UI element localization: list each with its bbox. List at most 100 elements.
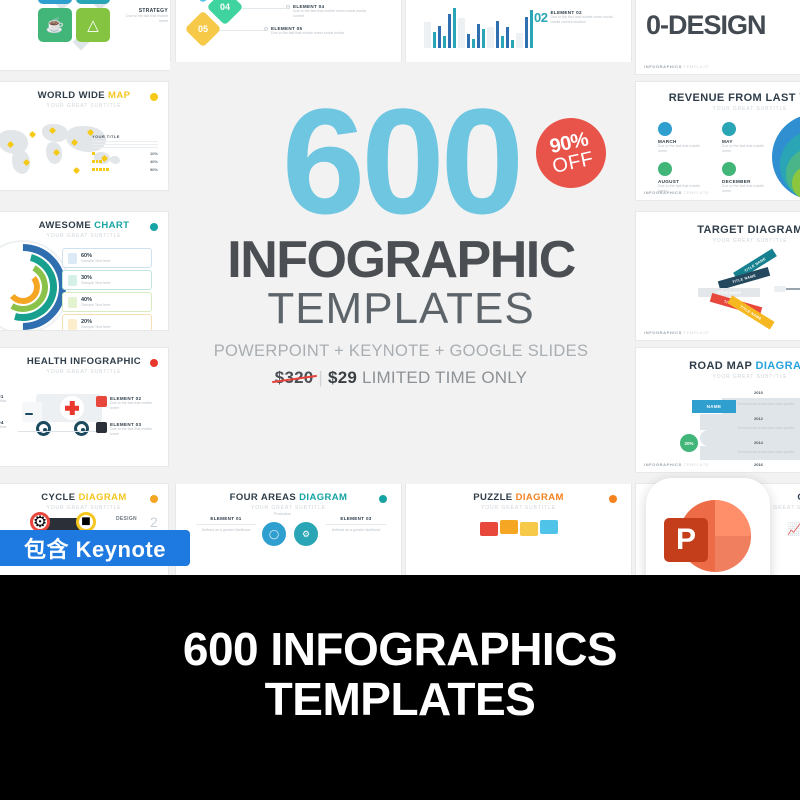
poster-root: ☰ ▲ ☕ △ STRATEGY Due to the fact that mo… [0, 0, 800, 800]
list-item[interactable]: 02 ELEMENT 02 Due to the fact that mobil… [534, 10, 620, 26]
list-item[interactable]: ELEMENT 05 Due to the fact that mobile l… [264, 26, 363, 36]
keynote-included-ribbon: 包含 Keynote [0, 530, 190, 566]
legend-title: YOUR TITLE [92, 134, 120, 139]
road-year: 2010 [754, 390, 763, 395]
item-head: ELEMENT 01 [210, 516, 242, 521]
slide-world-wide-map[interactable]: WORLD WIDE MAP YOUR GREAT SUBTITLE YOUR … [0, 82, 168, 190]
band-line-1: 600 INFOGRAPHICS [182, 622, 618, 675]
slide-footer: INFOGRAPHICS TEMPLATE [644, 462, 709, 467]
road-year: 2014 [754, 440, 763, 445]
slide-o-design[interactable]: TITLE Due to the fact that mobile TITLE … [636, 0, 800, 74]
status-dot-icon [150, 93, 158, 101]
footer-brand: INFOGRAPHICS [644, 330, 682, 335]
status-dot-icon [150, 359, 158, 367]
slide-subtitle: YOUR GREAT SUBTITLE [46, 369, 122, 375]
price-separator: | [318, 368, 324, 388]
month-body: Due to the fact that mobile lorem [722, 144, 764, 154]
bag-icon [68, 318, 77, 330]
footer-sub: TEMPLATE [683, 190, 710, 195]
status-dot-icon [609, 495, 617, 503]
four-areas-node-1: ◯ [262, 522, 286, 546]
legend-row: 10% [92, 151, 158, 156]
title-accent: DIAGRAM [299, 492, 348, 503]
road-year: 2016 [754, 462, 763, 467]
box-icon [68, 296, 77, 308]
slide-puzzle-diagram[interactable]: PUZZLE DIAGRAM YOUR GREAT SUBTITLE [406, 484, 631, 575]
road-step-text: Some social media sites have greater [737, 450, 795, 454]
powerpoint-letter: P [664, 518, 708, 562]
shield-icon [96, 396, 107, 407]
hero-number: 600 [281, 77, 524, 245]
footer-brand: INFOGRAPHICS [644, 64, 682, 69]
list-item[interactable]: ELEMENT 04 Due to the fact that mobile l… [286, 4, 373, 20]
list-item[interactable]: ELEMENT 03 Due to the fact that mobile l… [96, 422, 158, 438]
stat-chip[interactable]: 40% Sample Text here [62, 292, 152, 312]
footer-brand: INFOGRAPHICS [644, 462, 682, 467]
list-item[interactable]: ELEMENT 02 Due to the fact that mobile l… [96, 396, 158, 412]
cycle-number: 2 [150, 514, 158, 530]
cycle-node-2: ■ [76, 512, 96, 532]
diamond-label: 05 [197, 23, 209, 34]
month-block[interactable]: MARCH Due to the fact that mobile lorem [658, 122, 700, 155]
road-segment [700, 430, 800, 446]
title-accent: DIAGRAM [78, 492, 127, 503]
slide-revenue-last-year[interactable]: REVENUE FROM LAST YEAR YOUR GREAT SUBTIT… [636, 82, 800, 200]
slide-title: PUZZLE DIAGRAM [406, 492, 631, 503]
strategy-body: Due to the fact that mobile lorem [126, 14, 168, 24]
road-year: 2012 [754, 416, 763, 421]
title-accent: CHART [94, 220, 130, 231]
stat-chip[interactable]: 30% Sample Text here [62, 270, 152, 290]
connector-line [242, 8, 286, 9]
title-dark: AWESOME [38, 220, 95, 231]
legend-value: 10% [149, 151, 158, 156]
road-step-text: Some social media sites have greater [737, 402, 795, 406]
stat-chip[interactable]: 60% Sample Text here [62, 248, 152, 268]
ribbon-label: TITLE NAME [716, 290, 742, 295]
slide-subtitle: YOUR GREAT SUBTITLE [251, 505, 326, 511]
slide-footer: INFOGRAPHICS TEMPLATE [644, 330, 709, 335]
title-accent: DIAGRAM [755, 360, 800, 372]
title-dark: FOUR AREAS [229, 492, 300, 503]
rocket-icon: ▲ [76, 0, 110, 4]
chip-text: Sample Text here [81, 303, 111, 307]
slide-subtitle: YOUR GREAT SUBTITLE [481, 505, 556, 511]
slide-title: ROAD MAP DIAGRAM [664, 360, 800, 372]
o-design-wordmark: 0-DESIGN [646, 10, 767, 40]
ribbon-arrow: TITLE NAME [698, 288, 760, 297]
slide-title: TARGET DIAGRAM [697, 224, 800, 236]
item-body: Due to the fact that mobile lorem social… [271, 31, 344, 35]
target-icon [722, 122, 736, 136]
ribbon-arrow: TITLE NAME [727, 295, 775, 330]
powerpoint-icon: P [646, 478, 770, 575]
road-arrow: NAME [692, 400, 736, 413]
bar-chart [424, 6, 533, 48]
legend-dots-icon [92, 168, 109, 171]
building-icon [658, 162, 672, 176]
lightbulb-icon [68, 274, 77, 286]
cloud-icon [658, 122, 672, 136]
pill-icon [96, 422, 107, 433]
road-pct-left: 20% [680, 434, 698, 452]
footer-sub: TEMPLATE [683, 330, 710, 335]
band-line-2: TEMPLATES [264, 672, 536, 725]
radial-chart [0, 226, 84, 330]
chip-text: Sample Text here [81, 259, 111, 263]
month-block[interactable]: MAY Due to the fact that mobile lorem [722, 122, 764, 155]
slide-awesome-chart[interactable]: AWESOME CHART YOUR GREAT SUBTITLE 60% Sa… [0, 212, 168, 330]
slide-four-areas-diagram[interactable]: FOUR AREAS DIAGRAM YOUR GREAT SUBTITLE E… [176, 484, 401, 575]
legend-row: 40% [92, 159, 158, 164]
month-block[interactable]: DECEMBER Due to the fact that mobile lor… [722, 162, 768, 195]
puzzle-piece [540, 520, 558, 534]
slide-road-map-diagram[interactable]: ROAD MAP DIAGRAM YOUR GREAT SUBTITLE 201… [636, 348, 800, 472]
slide-strategy[interactable]: ☰ ▲ ☕ △ STRATEGY Due to the fact that mo… [0, 0, 170, 70]
title-dark: CYCLE [41, 492, 79, 503]
arrow-shaft [774, 286, 786, 292]
strategy-tile-grid: ☰ ▲ ☕ △ [36, 0, 116, 50]
arrow-line [786, 288, 800, 290]
stat-chip[interactable]: 20% Sample Text here [62, 314, 152, 330]
slide-health-infographic[interactable]: HEALTH INFOGRAPHIC YOUR GREAT SUBTITLE 0… [0, 348, 168, 466]
price-note: LIMITED TIME ONLY [361, 368, 528, 388]
item-body: t that [0, 425, 6, 429]
hero-infographic-line: INFOGRAPHIC [227, 231, 576, 289]
slide-target-diagram[interactable]: TARGET DIAGRAM YOUR GREAT SUBTITLE TITLE… [636, 212, 800, 340]
